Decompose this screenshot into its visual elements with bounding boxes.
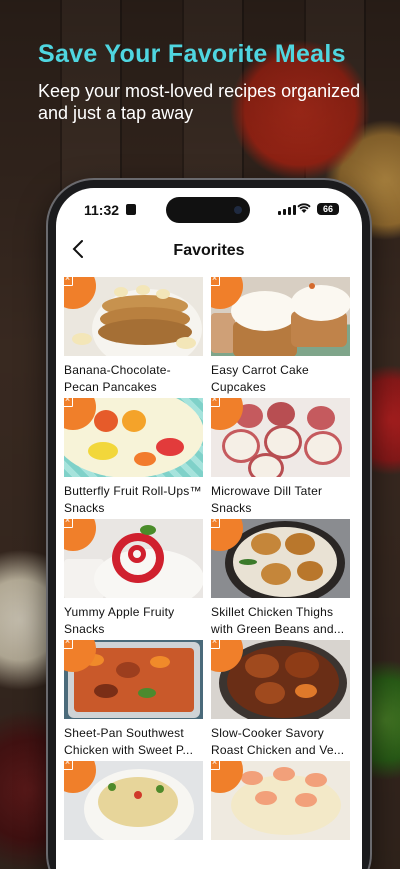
- recipe-image: [211, 398, 350, 477]
- remove-favorite-button[interactable]: [64, 519, 96, 551]
- recipe-card[interactable]: [211, 761, 350, 869]
- nav-bar: Favorites: [56, 232, 362, 272]
- page-title: Favorites: [173, 242, 245, 259]
- recipe-card[interactable]: Microwave Dill Tater Snacks: [211, 398, 350, 519]
- recipe-title: Sheet-Pan Southwest Chicken with Sweet P…: [64, 726, 194, 757]
- recipe-image: [211, 519, 350, 598]
- recipe-card[interactable]: Banana-Chocolate-Pecan Pancakes: [64, 277, 203, 398]
- remove-favorite-button[interactable]: [211, 398, 243, 430]
- trash-icon: [64, 398, 73, 407]
- trash-icon: [211, 277, 220, 286]
- recipe-image: [211, 277, 350, 356]
- recipe-title: [64, 846, 203, 869]
- app-screen: 11:32 66 Favorites × Banana-Chocolate-Pe…: [56, 188, 362, 869]
- trash-icon: [211, 398, 220, 407]
- recipe-image: [64, 519, 203, 598]
- recipe-card[interactable]: Easy Carrot Cake Cupcakes: [211, 277, 350, 398]
- status-bar: 11:32 66: [56, 188, 362, 232]
- recipe-title: Butterfly Fruit Roll-Ups™ Snacks: [64, 484, 202, 515]
- trash-icon: [211, 519, 220, 528]
- remove-favorite-button[interactable]: [211, 761, 243, 793]
- trash-icon: [64, 761, 73, 770]
- trash-icon: [64, 640, 73, 649]
- phone-frame: 11:32 66 Favorites × Banana-Chocolate-Pe…: [48, 180, 370, 869]
- recipe-card[interactable]: Sheet-Pan Southwest Chicken with Sweet P…: [64, 640, 203, 761]
- recipe-card[interactable]: Skillet Chicken Thighs with Green Beans …: [211, 519, 350, 640]
- id-card-icon: [126, 204, 136, 215]
- recipe-card[interactable]: Butterfly Fruit Roll-Ups™ Snacks: [64, 398, 203, 519]
- recipe-title: Slow-Cooker Savory Roast Chicken and Ve.…: [211, 726, 345, 757]
- battery-icon: 66: [317, 203, 339, 215]
- promo-subline: Keep your most-loved recipes organized a…: [38, 81, 361, 123]
- promo-headline: Save Your Favorite Meals: [38, 40, 346, 68]
- recipe-image: [64, 398, 203, 477]
- recipe-image: [64, 761, 203, 840]
- signal-icon: [278, 205, 296, 215]
- recipe-image: [211, 640, 350, 719]
- dynamic-island: [166, 197, 250, 223]
- trash-icon: [211, 640, 220, 649]
- recipe-title: Banana-Chocolate-Pecan Pancakes: [64, 363, 171, 394]
- recipe-card[interactable]: Yummy Apple Fruity Snacks: [64, 519, 203, 640]
- recipe-card[interactable]: [64, 761, 203, 869]
- recipe-card[interactable]: Slow-Cooker Savory Roast Chicken and Ve.…: [211, 640, 350, 761]
- recipe-image: [211, 761, 350, 840]
- recipe-image: [64, 277, 203, 356]
- recipe-title: Skillet Chicken Thighs with Green Beans …: [211, 605, 345, 636]
- trash-icon: [64, 277, 73, 286]
- recipe-title: Easy Carrot Cake Cupcakes: [211, 363, 309, 394]
- recipe-title: [211, 846, 350, 869]
- trash-icon: [64, 519, 73, 528]
- recipe-title: Yummy Apple Fruity Snacks: [64, 605, 175, 636]
- remove-favorite-button[interactable]: [64, 277, 96, 309]
- recipe-title: Microwave Dill Tater Snacks: [211, 484, 323, 515]
- status-time: 11:32: [84, 202, 120, 218]
- trash-icon: [211, 761, 220, 770]
- recipe-image: [64, 640, 203, 719]
- wifi-icon: [297, 203, 311, 217]
- favorites-grid: Banana-Chocolate-Pecan Pancakes Easy Car…: [64, 277, 354, 869]
